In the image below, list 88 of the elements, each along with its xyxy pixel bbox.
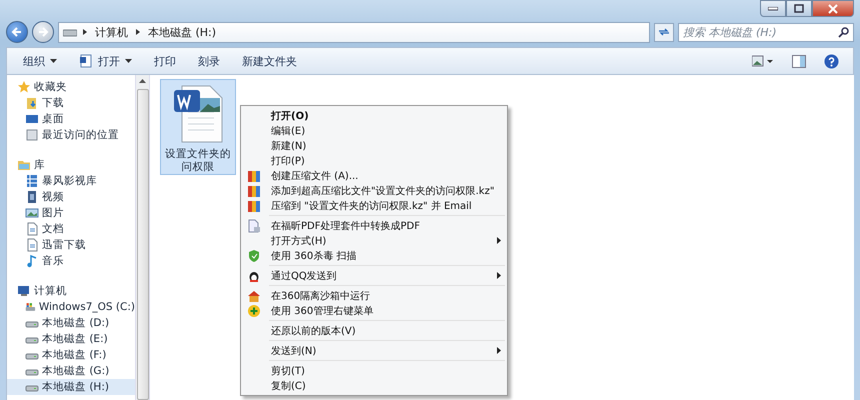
plus-circle-icon — [247, 304, 261, 318]
sidebar-group[interactable]: 库 — [7, 157, 135, 173]
toolbar-button[interactable]: 刻录 — [190, 50, 228, 72]
file-item[interactable]: 设置文件夹的 问权限 — [160, 79, 236, 175]
sidebar-item[interactable]: 本地磁盘 (E:) — [7, 331, 135, 347]
menu-item[interactable]: 打开(O) — [243, 108, 505, 123]
sidebar-item[interactable]: 本地磁盘 (H:) — [7, 379, 135, 395]
chevron-icon — [83, 29, 87, 35]
menu-item[interactable]: 添加到超高压缩比文件"设置文件夹的访问权限.kz" — [243, 183, 505, 198]
menu-item[interactable]: 打开方式(H) — [243, 233, 505, 248]
toolbar-button[interactable]: 打印 — [146, 50, 184, 72]
arrow-left-icon — [11, 26, 23, 38]
sidebar-item[interactable]: 音乐 — [7, 253, 135, 269]
sidebar-item[interactable]: 本地磁盘 (D:) — [7, 315, 135, 331]
submenu-arrow-icon — [497, 272, 501, 279]
maximize-button[interactable] — [786, 0, 812, 17]
menu-item[interactable]: 使用 360管理右键菜单 — [243, 303, 505, 318]
file-name: 设置文件夹的 问权限 — [165, 148, 231, 174]
search-field[interactable]: 搜索 本地磁盘 (H:) — [678, 22, 854, 42]
menu-item[interactable]: 打印(P) — [243, 153, 505, 168]
sidebar-item[interactable]: 本地磁盘 (G:) — [7, 363, 135, 379]
back-button[interactable] — [6, 21, 28, 43]
forward-button[interactable] — [32, 21, 54, 43]
menu-item[interactable]: 在福昕PDF处理套件中转换成PDF — [243, 218, 505, 233]
breadcrumb-item[interactable]: 本地磁盘 (H:) — [146, 24, 218, 40]
sidebar-group[interactable]: 收藏夹 — [7, 79, 135, 95]
books-icon — [247, 168, 261, 182]
breadcrumb-item[interactable]: 计算机 — [93, 24, 130, 40]
close-button[interactable] — [812, 0, 854, 17]
menu-item[interactable]: 发送到(N) — [243, 343, 505, 358]
house-icon — [247, 288, 261, 302]
minimize-button[interactable] — [760, 0, 786, 17]
menu-item[interactable]: 剪切(T) — [243, 363, 505, 378]
grid-icon — [25, 174, 39, 188]
scrollbar[interactable] — [135, 75, 150, 400]
help-icon — [824, 54, 839, 68]
submenu-arrow-icon — [497, 347, 501, 354]
search-icon — [838, 26, 849, 38]
scroll-up-icon[interactable] — [139, 78, 146, 83]
sidebar-item[interactable]: 本地磁盘 (F:) — [7, 347, 135, 363]
sidebar-item[interactable]: 文档 — [7, 221, 135, 237]
arrow-right-icon — [37, 26, 49, 38]
sidebar-item[interactable]: 下载 — [7, 95, 135, 111]
menu-item[interactable]: 还原以前的版本(V) — [243, 323, 505, 338]
sidebar-item[interactable]: 暴风影视库 — [7, 173, 135, 189]
sidebar-item[interactable]: Windows7_OS (C:) — [7, 299, 135, 315]
menu-item[interactable]: 压缩到 "设置文件夹的访问权限.kz" 并 Email — [243, 198, 505, 213]
star-icon — [17, 80, 31, 94]
refresh-icon — [658, 27, 670, 37]
menu-item[interactable]: 在360隔离沙箱中运行 — [243, 288, 505, 303]
toolbar-button[interactable]: 新建文件夹 — [234, 50, 305, 72]
sidebar-item[interactable]: 视频 — [7, 189, 135, 205]
refresh-button[interactable] — [654, 22, 674, 42]
sidebar-item[interactable]: 图片 — [7, 205, 135, 221]
sidebar-item[interactable]: 最近访问的位置 — [7, 127, 135, 143]
drive-icon — [25, 300, 36, 314]
address-bar[interactable]: 计算机 本地磁盘 (H:) — [58, 22, 650, 42]
menu-item[interactable]: 通过QQ发送到 — [243, 268, 505, 283]
submenu-arrow-icon — [497, 237, 501, 244]
folder-icon — [17, 158, 31, 172]
caret-icon — [50, 59, 57, 63]
maximize-icon — [794, 4, 804, 13]
picture-icon — [752, 55, 774, 67]
books-icon — [247, 198, 261, 212]
menu-item[interactable]: 新建(N) — [243, 138, 505, 153]
music-note-icon — [25, 254, 39, 268]
computer-icon — [17, 284, 31, 298]
toolbar-button[interactable]: 组织 — [15, 50, 65, 72]
toolbar-button[interactable]: 打开 — [71, 50, 140, 72]
monitor-icon — [25, 112, 39, 126]
shield-icon — [247, 248, 261, 262]
minimize-icon — [768, 6, 778, 10]
chevron-icon — [136, 29, 140, 35]
picture-icon — [25, 206, 39, 220]
close-icon — [828, 4, 838, 14]
word-document-icon — [172, 84, 224, 144]
menu-item[interactable]: 编辑(E) — [243, 123, 505, 138]
menu-item[interactable]: 复制(C) — [243, 378, 505, 393]
books-icon — [247, 184, 261, 198]
drive-icon — [63, 27, 77, 37]
sidebar-group[interactable]: 计算机 — [7, 283, 135, 299]
menu-item[interactable]: 创建压缩文件 (A)... — [243, 168, 505, 183]
pane-icon — [792, 54, 806, 68]
caret-icon — [125, 59, 132, 63]
sidebar-item[interactable]: 桌面 — [7, 111, 135, 127]
sidebar-item[interactable]: 迅雷下载 — [7, 237, 135, 253]
film-icon — [25, 190, 39, 204]
menu-item[interactable]: 使用 360杀毒 扫描 — [243, 248, 505, 263]
